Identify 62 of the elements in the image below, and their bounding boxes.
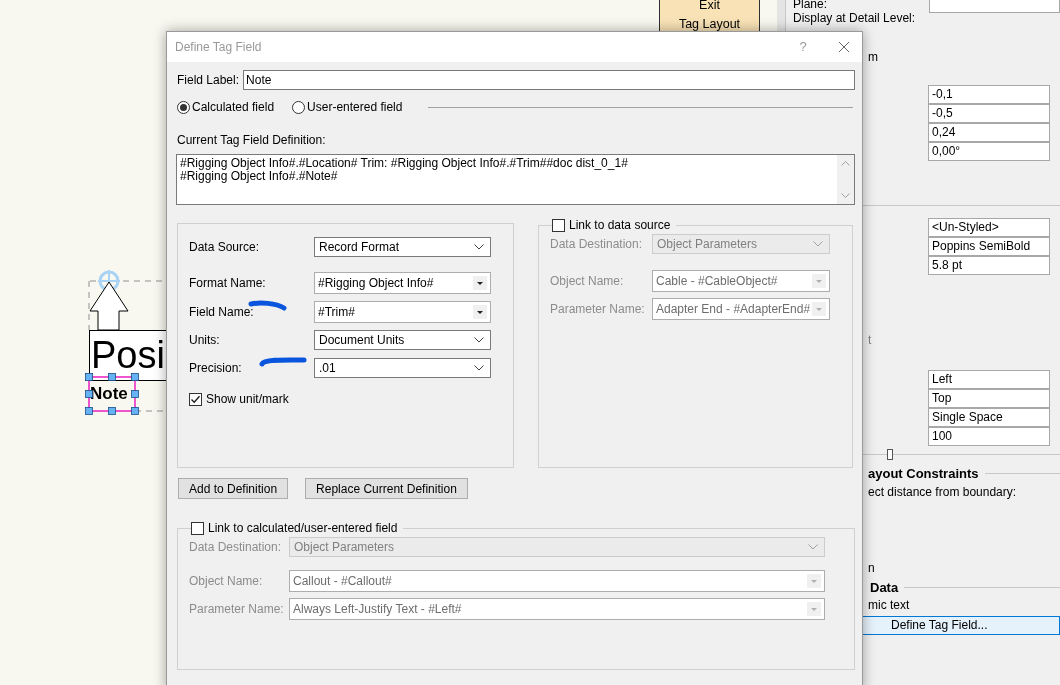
text-field[interactable]: Note	[243, 70, 855, 90]
value-field[interactable]: 0,24	[928, 123, 1050, 142]
slider-thumb[interactable]	[887, 449, 894, 460]
dropdown[interactable]: .01	[314, 358, 491, 378]
group-label: Link to data source	[569, 217, 671, 234]
value-field[interactable]: 0,00°	[928, 142, 1050, 161]
radio-label[interactable]: Calculated field	[192, 98, 275, 116]
action-button[interactable]: Add to Definition	[178, 478, 289, 499]
checkbox-label[interactable]: Show unit/mark	[206, 390, 289, 408]
field-label: Data Source:	[189, 239, 260, 256]
value-field[interactable]: Left	[928, 370, 1050, 389]
value-field[interactable]: -0,1	[928, 85, 1050, 104]
definition-line: #Rigging Object Info#.#Note#	[180, 170, 339, 183]
field-label: Data Destination:	[189, 539, 282, 556]
field-label: Object Name:	[550, 273, 624, 290]
value-field[interactable]	[929, 0, 1060, 13]
value-field[interactable]: 100	[928, 427, 1050, 446]
field-label: Precision:	[189, 360, 242, 377]
field-label: Parameter Name:	[550, 301, 645, 318]
field-label: m	[868, 50, 879, 64]
dropdown[interactable]: Document Units	[314, 330, 491, 350]
definition-text-area[interactable]: #Rigging Object Info#.#Location# Trim: #Rigging Object Info#.#Trim##doc dist_0_1# #Rigging Object Info#.#Note#	[176, 154, 855, 205]
radio-button[interactable]	[292, 100, 306, 114]
field-label: mic text	[868, 598, 911, 613]
field-label: n	[868, 561, 876, 575]
radio-button[interactable]	[177, 100, 190, 114]
field-label: Display at Detail Level:	[793, 11, 917, 26]
field-label: Field Label:	[177, 72, 240, 89]
checkbox[interactable]	[189, 392, 202, 406]
value-field[interactable]: Single Space	[928, 408, 1050, 427]
close-icon[interactable]	[838, 41, 850, 53]
value-field[interactable]: -0,5	[928, 104, 1050, 123]
chevron-down-icon	[474, 244, 484, 250]
chevron-down-icon	[808, 544, 818, 550]
section-label: Current Tag Field Definition:	[177, 132, 327, 149]
section-heading: ayout Constraints	[868, 466, 979, 481]
pen-stroke	[258, 355, 308, 367]
combo-box[interactable]: #Trim#	[314, 301, 491, 323]
chevron-down-icon	[474, 337, 484, 343]
field-label: Parameter Name:	[189, 601, 284, 618]
field-label: Object Name:	[189, 573, 263, 590]
field-label: ect distance from boundary:	[868, 485, 1018, 500]
dropdown[interactable]: Record Format	[314, 237, 491, 257]
action-button[interactable]: Replace Current Definition	[305, 478, 468, 499]
definition-line: #Rigging Object Info#.#Location# Trim: #Rigging Object Info#.#Trim##doc dist_0_1#	[180, 157, 629, 170]
window-title: Define Tag Field	[175, 39, 263, 56]
section-heading: Data	[870, 580, 899, 595]
value-field[interactable]: <Un-Styled>	[928, 218, 1050, 237]
group-label: Link to calculated/user-entered field	[208, 520, 398, 537]
field-label: Format Name:	[189, 275, 266, 292]
field-label: Field Name:	[189, 304, 254, 321]
value-field[interactable]: Poppins SemiBold	[928, 237, 1050, 256]
value-field[interactable]: 5.8 pt	[928, 256, 1050, 275]
chevron-down-icon	[474, 365, 484, 371]
field-label: Data Destination:	[550, 236, 643, 253]
field-label: Units:	[189, 332, 220, 349]
chevron-down-icon	[813, 241, 823, 247]
value-field[interactable]: Top	[928, 389, 1050, 408]
field-label: t	[868, 333, 873, 347]
radio-label[interactable]: User-entered field	[307, 98, 403, 116]
combo-box[interactable]: #Rigging Object Info#	[314, 272, 491, 294]
selection-frame[interactable]	[84, 373, 139, 415]
